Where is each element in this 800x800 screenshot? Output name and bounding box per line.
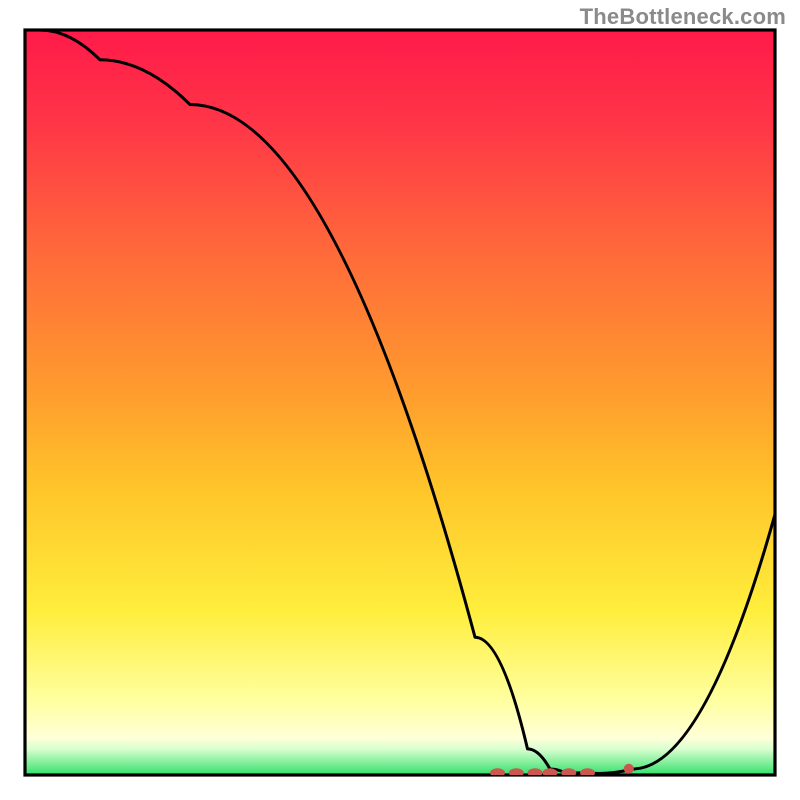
plot-background xyxy=(25,30,775,775)
chart-container: TheBottleneck.com xyxy=(0,0,800,800)
chart-svg xyxy=(0,0,800,800)
watermark-text: TheBottleneck.com xyxy=(580,4,786,30)
min-dot xyxy=(624,764,634,774)
